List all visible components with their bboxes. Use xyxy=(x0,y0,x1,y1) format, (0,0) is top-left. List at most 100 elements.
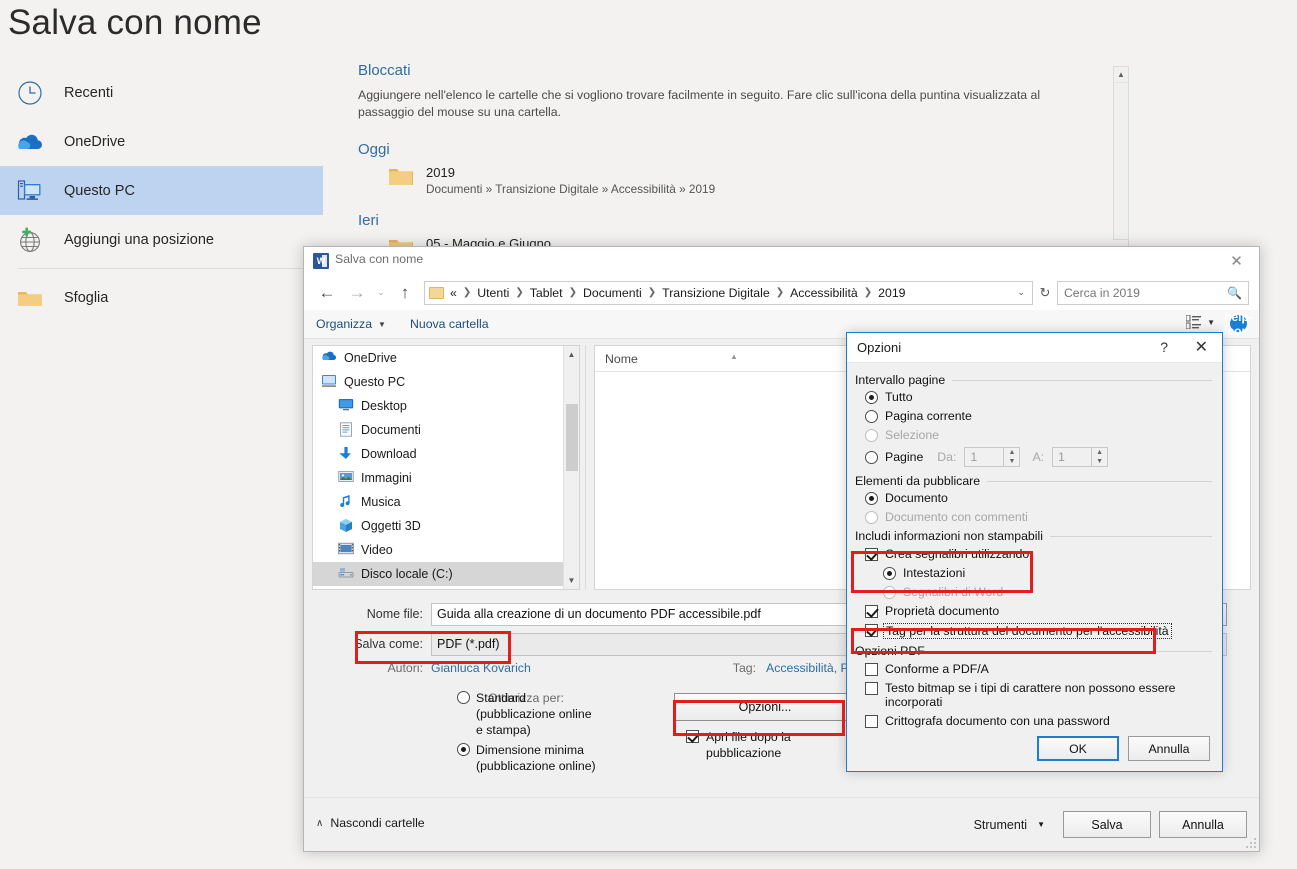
checkbox-row-proprieta-documento[interactable]: Proprietà documento xyxy=(865,604,1212,618)
open-after-publish-row[interactable]: Apri file dopo la pubblicazione xyxy=(686,729,856,761)
tree-item-onedrive[interactable]: OneDrive xyxy=(313,346,579,370)
radio-documento[interactable] xyxy=(865,492,878,505)
checkbox-crittografa-documento[interactable] xyxy=(865,715,878,728)
tree-scrollbar[interactable]: ▲ ▼ xyxy=(563,346,579,589)
radio-intestazioni[interactable] xyxy=(883,567,896,580)
tree-item-label: Immagini xyxy=(361,471,412,485)
resize-grip[interactable] xyxy=(1246,838,1256,848)
authors-value[interactable]: Gianluca Kovarich xyxy=(431,661,531,675)
page-range-selezione: Selezione xyxy=(865,428,1212,442)
new-folder-button[interactable]: Nuova cartella xyxy=(398,317,501,331)
help-icon[interactable]: help-icon xyxy=(1224,310,1253,338)
bookmark-source-intestazioni[interactable]: Intestazioni xyxy=(883,566,1212,580)
checkbox-row-conforme-pdfa[interactable]: Conforme a PDF/A xyxy=(865,662,1212,676)
page-range-pagina-corrente[interactable]: Pagina corrente xyxy=(865,409,1212,423)
proprieta-documento-label: Proprietà documento xyxy=(885,604,1000,618)
checkbox-crea-segnalibri[interactable] xyxy=(865,548,878,561)
sidebar-item-recenti[interactable]: Recenti xyxy=(0,68,323,117)
optimize-option-dimensione-minima[interactable]: Dimensione minima (pubblicazione online) xyxy=(457,742,667,774)
word-icon: W xyxy=(313,253,329,269)
breadcrumb-item-documenti[interactable]: Documenti xyxy=(583,286,642,300)
options-dialog-title: Opzioni xyxy=(857,340,902,355)
scroll-down-icon[interactable]: ▼ xyxy=(564,572,579,589)
page-range-pagine[interactable]: Pagine Da: 1 ▲ ▼ A: 1 ▲ ▼ xyxy=(865,447,1212,467)
pdf-option-label: Testo bitmap se i tipi di carattere non … xyxy=(885,681,1176,709)
checkbox-row-crea-segnalibri[interactable]: Crea segnalibri utilizzando: xyxy=(865,547,1212,561)
tree-item-label: Oggetti 3D xyxy=(361,519,421,533)
backstage-scrollbar[interactable]: ▲ xyxy=(1113,66,1129,240)
breadcrumb-item-utenti[interactable]: Utenti xyxy=(477,286,509,300)
close-icon[interactable]: ✕ xyxy=(1214,247,1259,275)
radio-tutto[interactable] xyxy=(865,391,878,404)
view-mode-button[interactable]: ▼ xyxy=(1185,314,1215,330)
breadcrumb[interactable]: « ❯ Utenti ❯ Tablet ❯ Documenti ❯ Transi… xyxy=(424,280,1033,305)
optimize-option-standard[interactable]: Standard (pubblicazione online e stampa) xyxy=(457,690,667,738)
tree-item-label: Documenti xyxy=(361,423,421,437)
strumenti-button[interactable]: Strumenti ▼ xyxy=(974,818,1045,832)
opzioni-button[interactable]: Opzioni... xyxy=(674,693,856,721)
radio-standard[interactable] xyxy=(457,691,470,704)
breadcrumb-item-transizione-digitale[interactable]: Transizione Digitale xyxy=(662,286,770,300)
sidebar-item-sfoglia[interactable]: Sfoglia xyxy=(0,273,323,322)
close-icon[interactable]: ✕ xyxy=(1195,337,1208,357)
clock-icon xyxy=(10,73,50,113)
radio-pagine[interactable] xyxy=(865,451,878,464)
spinner-buttons[interactable]: ▲ ▼ xyxy=(1091,448,1107,466)
hide-folders-button[interactable]: ∧ Nascondi cartelle xyxy=(316,816,425,830)
from-spinner[interactable]: 1 ▲ ▼ xyxy=(964,447,1021,467)
help-icon[interactable]: ? xyxy=(1160,339,1168,355)
sidebar-item-onedrive[interactable]: OneDrive xyxy=(0,117,323,166)
tree-item-download[interactable]: Download xyxy=(313,442,579,466)
sidebar-item-aggiungi-posizione[interactable]: Aggiungi una posizione xyxy=(0,215,323,264)
checkbox-testo-bitmap[interactable] xyxy=(865,682,878,695)
publish-documento[interactable]: Documento xyxy=(865,491,1212,505)
chevron-down-icon[interactable]: ▼ xyxy=(1207,318,1215,327)
organize-button[interactable]: Organizza ▼ xyxy=(304,317,398,331)
refresh-icon[interactable]: ↻ xyxy=(1033,285,1057,301)
breadcrumb-item-tablet[interactable]: Tablet xyxy=(530,286,563,300)
scrollbar-thumb[interactable] xyxy=(566,404,578,471)
radio-pagina-corrente[interactable] xyxy=(865,410,878,423)
tree-item-questo-pc[interactable]: Questo PC xyxy=(313,370,579,394)
back-button[interactable]: ← xyxy=(312,278,342,308)
splitter[interactable] xyxy=(585,345,586,590)
checkbox-tag-struttura-accessibilita[interactable] xyxy=(865,624,878,637)
tree-item-immagini[interactable]: Immagini xyxy=(313,466,579,490)
scroll-up-icon[interactable]: ▲ xyxy=(564,346,579,363)
tree-item-oggetti-3d[interactable]: Oggetti 3D xyxy=(313,514,579,538)
checkbox-row-testo-bitmap[interactable]: Testo bitmap se i tipi di carattere non … xyxy=(865,681,1212,709)
search-input[interactable]: Cerca in 2019 🔍 xyxy=(1057,280,1249,305)
checkbox-row-tag-struttura-accessibilita[interactable]: Tag per la struttura del documento per l… xyxy=(865,623,1212,639)
recent-folder-item[interactable]: 2019 Documenti » Transizione Digitale » … xyxy=(358,164,1287,197)
folder-tree[interactable]: OneDrive Questo PC Desktop Documenti Dow… xyxy=(312,345,580,590)
checkbox-conforme-a-pdfa[interactable] xyxy=(865,663,878,676)
annulla-button[interactable]: Annulla xyxy=(1128,736,1210,761)
page-range-tutto[interactable]: Tutto xyxy=(865,390,1212,404)
forward-button[interactable]: → xyxy=(342,278,372,308)
chevron-down-icon: ▼ xyxy=(1037,820,1045,829)
checkbox-apri-file-dopo-la-pubblicazione[interactable] xyxy=(686,730,699,743)
up-button[interactable]: ↑ xyxy=(390,278,420,308)
spinner-buttons[interactable]: ▲ ▼ xyxy=(1003,448,1019,466)
to-spinner[interactable]: 1 ▲ ▼ xyxy=(1052,447,1109,467)
sidebar-item-questo-pc[interactable]: Questo PC xyxy=(0,166,323,215)
tree-item-desktop[interactable]: Desktop xyxy=(313,394,579,418)
salva-button[interactable]: Salva xyxy=(1063,811,1151,838)
scroll-up-icon[interactable]: ▲ xyxy=(1114,67,1128,83)
tree-item-documenti[interactable]: Documenti xyxy=(313,418,579,442)
tree-item-musica[interactable]: Musica xyxy=(313,490,579,514)
chevron-down-icon[interactable]: ⌄ xyxy=(1017,287,1028,298)
annulla-button[interactable]: Annulla xyxy=(1159,811,1247,838)
breadcrumb-item-2019[interactable]: 2019 xyxy=(878,286,905,300)
tree-item-video[interactable]: Video xyxy=(313,538,579,562)
checkbox-row-crittografa-documento[interactable]: Crittografa documento con una password xyxy=(865,714,1212,728)
column-header-nome[interactable]: Nome xyxy=(595,352,638,366)
ok-button[interactable]: OK xyxy=(1037,736,1119,761)
breadcrumb-item-accessibilita[interactable]: Accessibilità xyxy=(790,286,858,300)
sort-ascending-icon: ▲ xyxy=(730,352,738,361)
recent-locations-dropdown[interactable]: ⌄ xyxy=(372,278,390,308)
tree-item-label: Questo PC xyxy=(344,375,406,389)
radio-dimensione-minima[interactable] xyxy=(457,743,470,756)
checkbox-proprieta-documento[interactable] xyxy=(865,605,878,618)
tree-item-disco-locale-c[interactable]: Disco locale (C:) xyxy=(313,562,579,586)
